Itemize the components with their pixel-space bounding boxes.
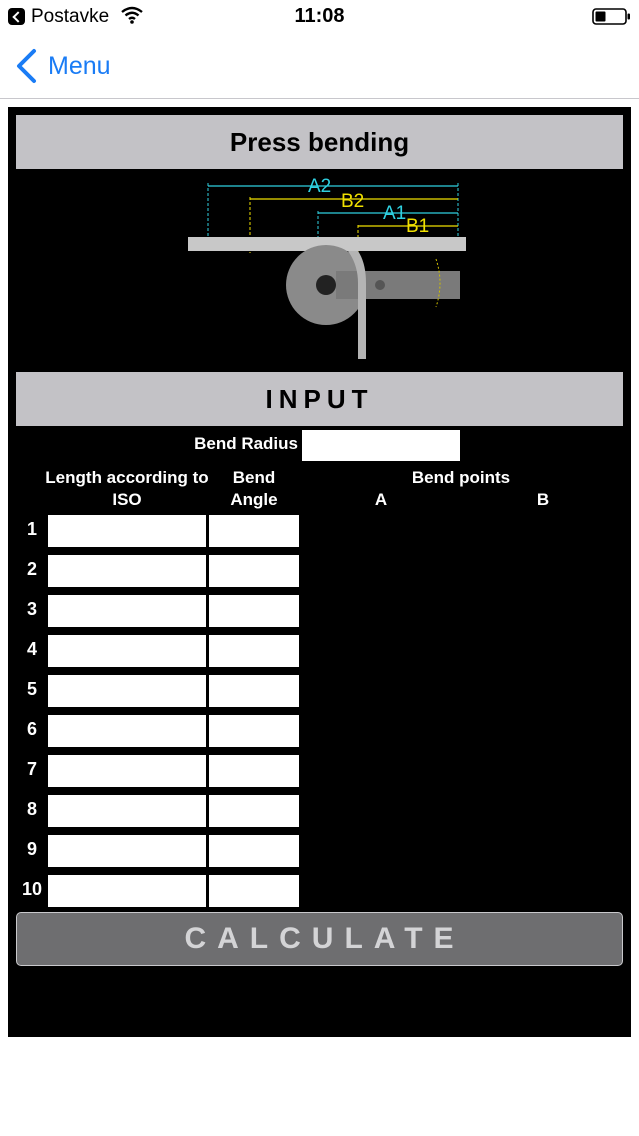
table-row: 9 <box>8 835 631 867</box>
row-number: 6 <box>26 719 37 739</box>
die-center-shape <box>316 275 336 295</box>
angle-input[interactable] <box>209 795 299 827</box>
press-bending-diagram: A2 B2 A1 B1 <box>188 176 466 359</box>
row-number: 4 <box>26 639 37 659</box>
length-input[interactable] <box>48 715 206 747</box>
table-row: 4 <box>8 635 631 667</box>
column-header-angle: Bend Angle <box>230 468 278 509</box>
row-number: 9 <box>26 839 37 859</box>
angle-input[interactable] <box>209 515 299 547</box>
diagram-label-a2: A2 <box>308 176 331 197</box>
press-arm-shape <box>336 271 460 299</box>
table-row: 7 <box>8 755 631 787</box>
status-bar: Postavke 11:08 <box>0 0 639 34</box>
angle-input[interactable] <box>209 875 299 907</box>
diagram-label-b2: B2 <box>341 191 364 212</box>
clock: 11:08 <box>294 5 345 27</box>
chevron-left-icon <box>17 49 36 83</box>
angle-input[interactable] <box>209 675 299 707</box>
column-header-point-b: B <box>536 490 550 509</box>
length-input[interactable] <box>48 635 206 667</box>
column-header-bend-points: Bend points <box>411 468 511 487</box>
row-number: 2 <box>26 559 37 579</box>
length-input[interactable] <box>48 515 206 547</box>
angle-input[interactable] <box>209 715 299 747</box>
row-number: 1 <box>26 519 37 539</box>
table-row: 5 <box>8 675 631 707</box>
angle-input[interactable] <box>209 595 299 627</box>
column-header-point-a: A <box>374 490 388 509</box>
length-input[interactable] <box>48 875 206 907</box>
angle-input[interactable] <box>209 755 299 787</box>
table-row: 10 <box>8 875 631 907</box>
diagram-label-a1: A1 <box>383 203 406 224</box>
length-input[interactable] <box>48 595 206 627</box>
press-bending-panel: Press bending A2 B2 A1 B1 INPUT Bend Rad… <box>8 107 631 1037</box>
table-row: 3 <box>8 595 631 627</box>
angle-input[interactable] <box>209 835 299 867</box>
length-input[interactable] <box>48 675 206 707</box>
length-input[interactable] <box>48 755 206 787</box>
row-number: 5 <box>26 679 37 699</box>
bend-radius-label: Bend Radius <box>194 434 298 453</box>
diagram-label-b1: B1 <box>406 216 429 237</box>
length-input[interactable] <box>48 835 206 867</box>
row-number: 3 <box>26 599 37 619</box>
page-title: Press bending <box>16 115 623 169</box>
column-header-length: Length according to ISO <box>45 468 209 509</box>
bend-radius-input[interactable] <box>302 430 460 461</box>
table-row: 6 <box>8 715 631 747</box>
row-number: 7 <box>26 759 37 779</box>
calculate-button[interactable]: CALCULATE <box>16 912 623 966</box>
length-input[interactable] <box>48 795 206 827</box>
battery-icon <box>592 8 630 25</box>
row-number: 10 <box>21 879 43 899</box>
input-section-header: INPUT <box>16 372 623 426</box>
table-row: 2 <box>8 555 631 587</box>
navigation-bar: Menu <box>0 34 639 99</box>
back-button[interactable]: Menu <box>14 46 111 86</box>
table-row: 8 <box>8 795 631 827</box>
row-number: 8 <box>26 799 37 819</box>
table-row: 1 <box>8 515 631 547</box>
angle-input[interactable] <box>209 555 299 587</box>
arm-pin-shape <box>375 280 385 290</box>
length-input[interactable] <box>48 555 206 587</box>
back-button-label: Menu <box>48 51 111 80</box>
angle-input[interactable] <box>209 635 299 667</box>
